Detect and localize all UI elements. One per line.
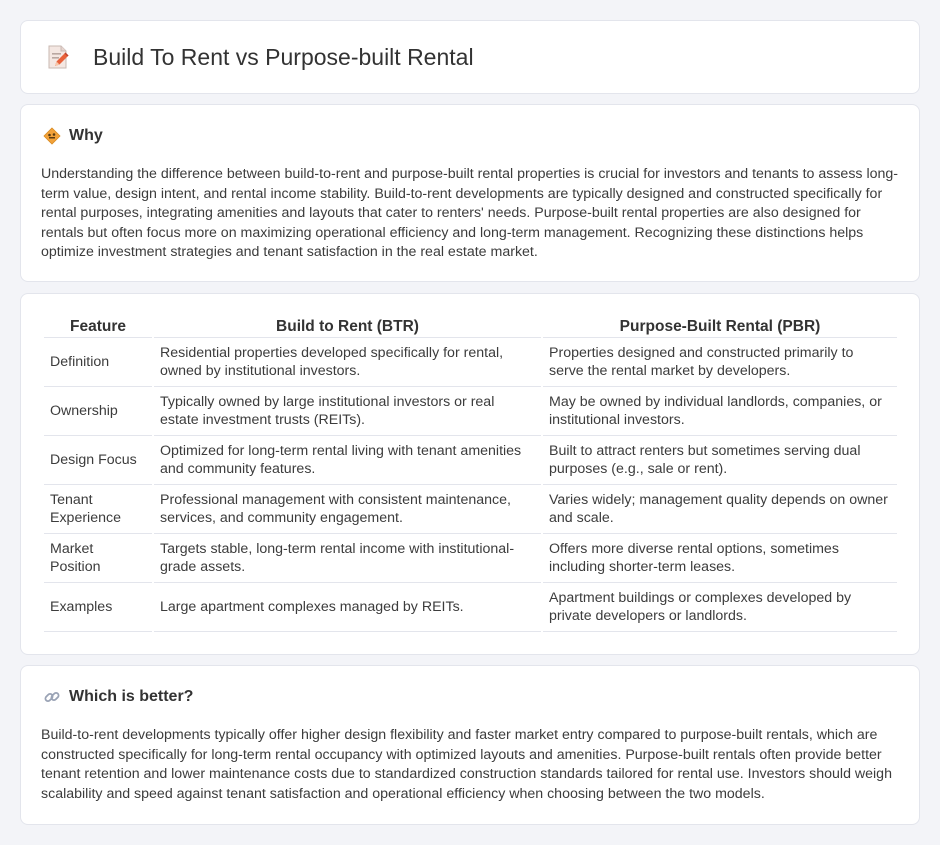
better-title: Which is better? — [69, 688, 194, 705]
table-row: Examples Large apartment complexes manag… — [44, 583, 897, 632]
why-title: Why — [69, 127, 103, 144]
page-title: Build To Rent vs Purpose-built Rental — [93, 43, 474, 70]
btr-cell: Professional management with consistent … — [154, 485, 541, 534]
pbr-cell: Varies widely; management quality depend… — [543, 485, 897, 534]
header-btr: Build to Rent (BTR) — [154, 316, 541, 338]
table-row: Design Focus Optimized for long-term ren… — [44, 436, 897, 485]
btr-cell: Optimized for long-term rental living wi… — [154, 436, 541, 485]
feature-cell: Examples — [44, 583, 152, 632]
pbr-cell: Offers more diverse rental options, some… — [543, 534, 897, 583]
pbr-cell: Built to attract renters but sometimes s… — [543, 436, 897, 485]
better-text: Build-to-rent developments typically off… — [41, 727, 892, 802]
feature-cell: Tenant Experience — [44, 485, 152, 534]
table-header-row: Feature Build to Rent (BTR) Purpose-Buil… — [44, 316, 897, 338]
header-card: Build To Rent vs Purpose-built Rental — [20, 20, 920, 94]
feature-cell: Market Position — [44, 534, 152, 583]
comparison-table: Feature Build to Rent (BTR) Purpose-Buil… — [42, 316, 899, 632]
feature-cell: Definition — [44, 338, 152, 387]
warning-sign-icon — [43, 127, 61, 145]
btr-cell: Targets stable, long-term rental income … — [154, 534, 541, 583]
feature-cell: Design Focus — [44, 436, 152, 485]
better-section: Which is better? Build-to-rent developme… — [20, 665, 920, 825]
btr-cell: Large apartment complexes managed by REI… — [154, 583, 541, 632]
table-row: Ownership Typically owned by large insti… — [44, 387, 897, 436]
document-pencil-icon — [48, 45, 69, 69]
table-row: Tenant Experience Professional managemen… — [44, 485, 897, 534]
header-feature: Feature — [44, 316, 152, 338]
btr-cell: Typically owned by large institutional i… — [154, 387, 541, 436]
table-row: Market Position Targets stable, long-ter… — [44, 534, 897, 583]
feature-cell: Ownership — [44, 387, 152, 436]
pbr-cell: May be owned by individual landlords, co… — [543, 387, 897, 436]
header-pbr: Purpose-Built Rental (PBR) — [543, 316, 897, 338]
table-row: Definition Residential properties develo… — [44, 338, 897, 387]
why-section: Why Understanding the difference between… — [20, 104, 920, 282]
btr-cell: Residential properties developed specifi… — [154, 338, 541, 387]
why-text: Understanding the difference between bui… — [41, 166, 898, 261]
pbr-cell: Properties designed and constructed prim… — [543, 338, 897, 387]
comparison-card: Feature Build to Rent (BTR) Purpose-Buil… — [20, 293, 920, 655]
pbr-cell: Apartment buildings or complexes develop… — [543, 583, 897, 632]
link-icon — [44, 692, 60, 702]
